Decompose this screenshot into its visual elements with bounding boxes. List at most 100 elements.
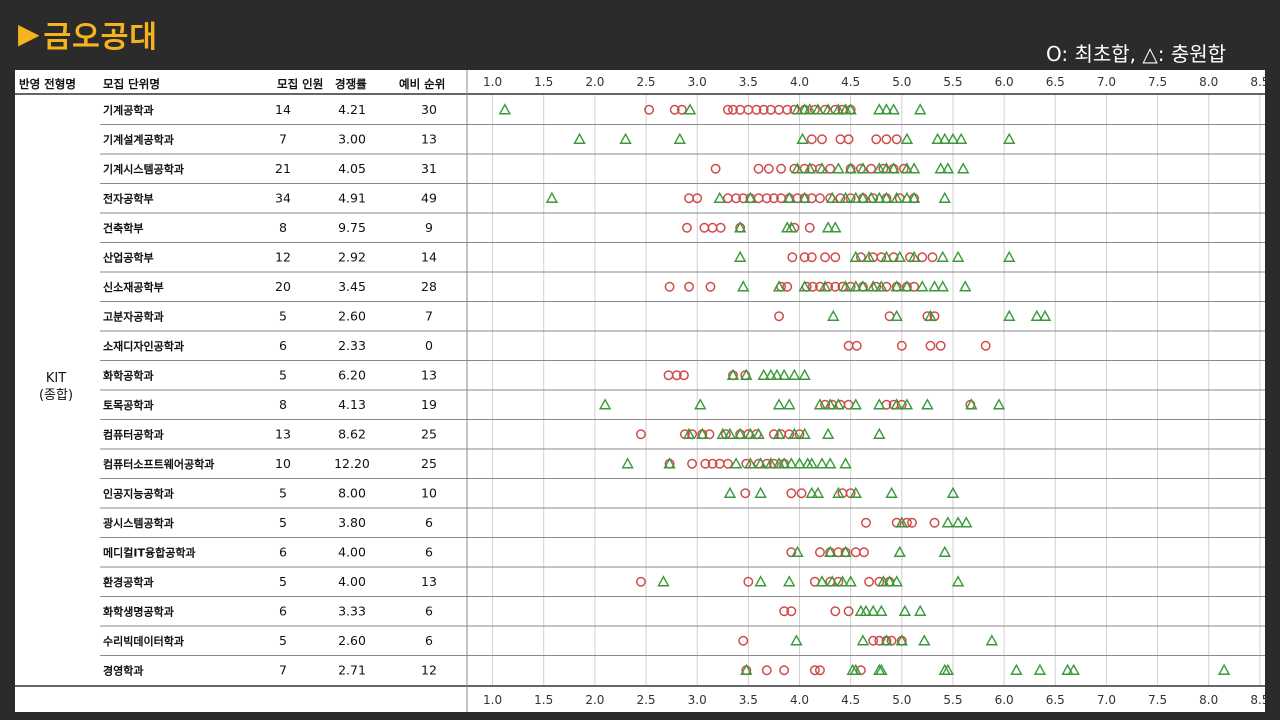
- reserve-rank: 9: [425, 220, 433, 235]
- additional-pass-point: [954, 132, 968, 144]
- x-tick-label-bottom: 6.5: [1046, 693, 1065, 707]
- initial-pass-point: [830, 606, 841, 617]
- competition-ratio: 4.21: [338, 102, 366, 117]
- recruit-count: 6: [279, 603, 287, 618]
- recruit-count: 5: [279, 515, 287, 530]
- additional-pass-point: [1217, 663, 1231, 675]
- initial-pass-point: [861, 517, 871, 528]
- x-tick-label-bottom: 5.0: [892, 693, 911, 707]
- additional-pass-point: [573, 132, 586, 144]
- x-tick-label-bottom: 1.0: [483, 693, 502, 707]
- initial-pass-point: [635, 576, 646, 587]
- additional-pass-point: [1033, 663, 1047, 675]
- competition-ratio: 2.60: [338, 633, 366, 648]
- reserve-rank: 13: [421, 574, 437, 589]
- competition-ratio: 3.80: [338, 515, 366, 530]
- department-name: 컴퓨터공학과: [103, 427, 164, 441]
- x-tick-label-top: 8.5: [1250, 75, 1265, 89]
- table-header: 반영 전형명: [19, 77, 76, 91]
- initial-pass-point: [850, 547, 861, 558]
- additional-pass-point: [914, 103, 927, 115]
- initial-pass-point: [891, 134, 902, 145]
- additional-pass-point: [1010, 663, 1023, 675]
- recruit-count: 6: [279, 338, 287, 353]
- additional-pass-point: [893, 545, 906, 557]
- chart-panel: 반영 전형명 모집 단위명 모집 인원 경쟁률 예비 순위 1.0 1.0 1.5 1.5 2.0…: [15, 70, 1265, 712]
- table-header: 예비 순위: [399, 77, 445, 91]
- initial-pass-point: [843, 134, 854, 145]
- initial-pass-point: [664, 281, 675, 292]
- department-name: 경영학과: [103, 663, 143, 677]
- department-name: 기계설계공학과: [103, 132, 174, 146]
- additional-pass-point: [985, 634, 999, 646]
- table-header: 모집 단위명: [103, 77, 160, 91]
- additional-pass-point: [827, 309, 840, 321]
- additional-pass-point: [821, 427, 835, 439]
- recruit-count: 34: [275, 190, 291, 205]
- marker-legend-note: O: 최초합, △: 충원합: [1046, 42, 1227, 66]
- additional-pass-point: [1003, 309, 1016, 321]
- initial-pass-point: [774, 104, 784, 115]
- competition-ratio: 2.71: [338, 662, 366, 677]
- additional-pass-point: [545, 191, 559, 203]
- additional-pass-point: [824, 457, 837, 469]
- initial-pass-point: [710, 163, 721, 174]
- initial-pass-point: [779, 665, 790, 676]
- initial-pass-point: [980, 340, 991, 351]
- recruit-count: 5: [279, 485, 287, 500]
- competition-ratio: 4.05: [338, 161, 366, 176]
- additional-pass-point: [938, 191, 951, 203]
- recruit-count: 12: [275, 249, 291, 264]
- competition-ratio: 6.20: [338, 367, 366, 382]
- x-tick-label-top: 6.0: [995, 75, 1014, 89]
- additional-pass-point: [875, 604, 888, 616]
- competition-ratio: 4.00: [338, 574, 366, 589]
- additional-pass-point: [951, 250, 965, 262]
- initial-pass-point: [705, 281, 716, 292]
- x-tick-label-bottom: 8.5: [1250, 693, 1265, 707]
- recruit-count: 7: [279, 131, 287, 146]
- initial-pass-point: [927, 252, 938, 263]
- reserve-rank: 12: [421, 662, 437, 677]
- initial-pass-point: [804, 222, 815, 233]
- initial-pass-point: [776, 163, 787, 174]
- additional-pass-point: [733, 250, 747, 262]
- department-name: 산업공학부: [103, 250, 154, 264]
- additional-pass-point: [723, 486, 737, 498]
- x-tick-label-top: 5.0: [892, 75, 911, 89]
- initial-pass-point: [753, 193, 764, 204]
- department-name: 컴퓨터소프트웨어공학과: [103, 457, 214, 471]
- additional-pass-point: [1003, 132, 1016, 144]
- initial-pass-point: [825, 163, 836, 174]
- additional-pass-point: [619, 132, 632, 144]
- additional-pass-point: [788, 368, 801, 380]
- additional-pass-point: [854, 604, 868, 616]
- initial-pass-point: [722, 458, 733, 469]
- additional-pass-point: [959, 280, 972, 292]
- x-tick-label-top: 7.0: [1097, 75, 1116, 89]
- x-tick-label-top: 3.5: [739, 75, 758, 89]
- recruit-count: 5: [279, 308, 287, 323]
- competition-ratio: 3.00: [338, 131, 366, 146]
- department-name: 전자공학부: [103, 191, 154, 205]
- competition-ratio: 8.62: [338, 426, 366, 441]
- competition-ratio: 2.33: [338, 338, 366, 353]
- additional-pass-point: [777, 368, 791, 380]
- additional-pass-point: [941, 516, 955, 528]
- initial-pass-point: [738, 635, 749, 646]
- initial-pass-point: [907, 517, 917, 528]
- group-label: (종합): [39, 388, 73, 403]
- recruit-count: 14: [275, 102, 291, 117]
- recruit-count: 5: [279, 633, 287, 648]
- reserve-rank: 25: [421, 456, 437, 471]
- reserve-rank: 19: [421, 397, 437, 412]
- initial-pass-point: [761, 665, 772, 676]
- recruit-count: 7: [279, 662, 287, 677]
- initial-pass-point: [787, 252, 798, 263]
- x-tick-label-top: 1.0: [483, 75, 502, 89]
- x-tick-label-top: 2.0: [585, 75, 604, 89]
- additional-pass-point: [737, 280, 750, 292]
- additional-pass-point: [960, 516, 973, 528]
- department-name: 화학공학과: [103, 368, 154, 382]
- recruit-count: 10: [275, 456, 291, 471]
